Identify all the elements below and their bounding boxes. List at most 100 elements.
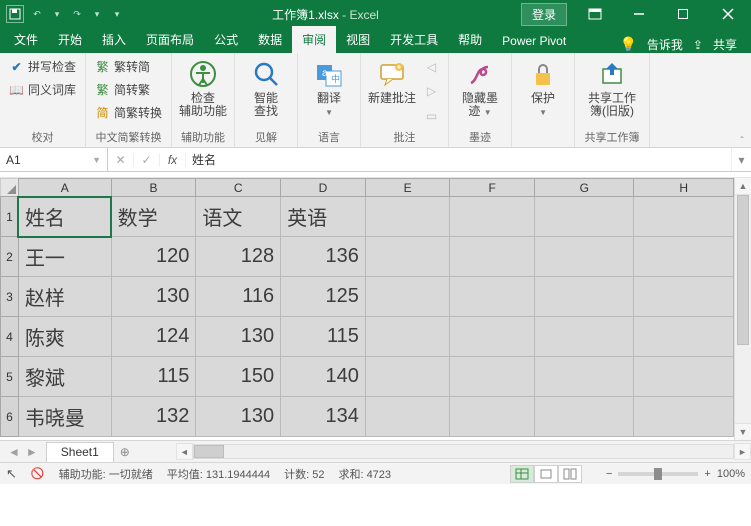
cell[interactable] — [535, 317, 634, 357]
cell[interactable]: 赵样 — [18, 277, 111, 317]
row-header[interactable]: 5 — [1, 357, 19, 397]
simp-trad-convert-button[interactable]: 简简繁转换 — [92, 102, 165, 123]
simp-to-trad-button[interactable]: 繁简转繁 — [92, 79, 165, 100]
cell[interactable]: 140 — [281, 357, 366, 397]
formula-input[interactable]: 姓名 — [186, 148, 731, 171]
undo-button[interactable]: ↶ — [30, 5, 44, 23]
tab-help[interactable]: 帮助 — [448, 26, 492, 53]
col-header[interactable]: E — [365, 179, 450, 197]
col-header[interactable]: H — [634, 179, 734, 197]
minimize-button[interactable] — [617, 0, 661, 28]
zoom-in-button[interactable]: + — [704, 468, 710, 480]
col-header[interactable]: A — [18, 179, 111, 197]
thesaurus-button[interactable]: 📖同义词库 — [6, 79, 79, 100]
tab-formulas[interactable]: 公式 — [204, 26, 248, 53]
redo-dropdown[interactable]: ▾ — [90, 5, 104, 23]
cell[interactable] — [535, 197, 634, 237]
new-comment-button[interactable]: 新建批注 — [367, 56, 417, 127]
cell[interactable]: 130 — [111, 277, 196, 317]
sheet-nav-next[interactable]: ► — [26, 445, 38, 459]
page-layout-view-button[interactable] — [534, 465, 558, 483]
trad-to-simp-button[interactable]: 繁繁转简 — [92, 56, 165, 77]
cell[interactable] — [450, 357, 535, 397]
cell[interactable] — [450, 237, 535, 277]
scroll-left-button[interactable]: ◄ — [176, 443, 193, 460]
cell[interactable]: 数学 — [111, 197, 196, 237]
cell[interactable]: 150 — [196, 357, 281, 397]
enter-formula-button[interactable]: ✓ — [134, 153, 160, 167]
cell[interactable]: 134 — [281, 397, 366, 437]
row-header[interactable]: 1 — [1, 197, 19, 237]
scroll-right-button[interactable]: ► — [734, 443, 751, 460]
sheet-nav-prev[interactable]: ◄ — [8, 445, 20, 459]
cell[interactable] — [634, 277, 734, 317]
col-header[interactable]: D — [281, 179, 366, 197]
cell[interactable] — [450, 397, 535, 437]
cancel-formula-button[interactable]: ✕ — [108, 153, 134, 167]
tab-developer[interactable]: 开发工具 — [380, 26, 448, 53]
ribbon-display-options[interactable] — [573, 0, 617, 28]
scroll-up-button[interactable]: ▲ — [735, 178, 751, 195]
share-icon[interactable]: ⇪ — [693, 38, 703, 52]
zoom-out-button[interactable]: − — [606, 468, 612, 480]
save-icon[interactable] — [6, 5, 24, 23]
collapse-ribbon-button[interactable]: ˆ — [733, 136, 751, 147]
cell[interactable]: 128 — [196, 237, 281, 277]
cell[interactable] — [365, 357, 450, 397]
col-header[interactable]: B — [111, 179, 196, 197]
cell[interactable] — [450, 277, 535, 317]
cell[interactable] — [365, 237, 450, 277]
tab-file[interactable]: 文件 — [4, 26, 48, 53]
cell[interactable] — [535, 397, 634, 437]
cell[interactable]: 115 — [111, 357, 196, 397]
name-box[interactable]: A1 ▼ — [0, 148, 108, 171]
cell[interactable]: 英语 — [281, 197, 366, 237]
scroll-down-button[interactable]: ▼ — [735, 423, 751, 440]
cell[interactable] — [365, 397, 450, 437]
cell[interactable]: 语文 — [196, 197, 281, 237]
hscroll-thumb[interactable] — [194, 445, 224, 458]
vertical-scrollbar[interactable]: ▲ ▼ — [734, 178, 751, 440]
login-button[interactable]: 登录 — [521, 3, 567, 26]
cell[interactable] — [365, 277, 450, 317]
new-sheet-button[interactable]: ⊕ — [114, 441, 136, 462]
hscroll-track[interactable] — [193, 444, 734, 459]
row-header[interactable]: 3 — [1, 277, 19, 317]
cell[interactable] — [634, 317, 734, 357]
protect-button[interactable]: 保护▼ — [518, 56, 568, 143]
col-header[interactable]: F — [450, 179, 535, 197]
cell[interactable]: 125 — [281, 277, 366, 317]
tab-powerpivot[interactable]: Power Pivot — [492, 29, 576, 53]
grid[interactable]: A B C D E F G H 1 姓名 数学 语文 英语 2 — [0, 178, 734, 440]
cell[interactable]: 130 — [196, 317, 281, 357]
select-all-button[interactable] — [1, 179, 19, 197]
cell[interactable]: 124 — [111, 317, 196, 357]
cell[interactable]: 132 — [111, 397, 196, 437]
cell[interactable]: 陈爽 — [18, 317, 111, 357]
hide-ink-button[interactable]: 隐藏墨迹 ▼ — [455, 56, 505, 127]
cell[interactable]: 韦晓曼 — [18, 397, 111, 437]
close-button[interactable] — [705, 0, 751, 28]
namebox-dropdown-icon[interactable]: ▼ — [92, 155, 101, 165]
show-comments-button[interactable]: ▭ — [421, 106, 442, 125]
zoom-knob[interactable] — [654, 468, 662, 480]
cell[interactable] — [634, 397, 734, 437]
cell[interactable]: 姓名 — [18, 197, 111, 237]
row-header[interactable]: 6 — [1, 397, 19, 437]
scroll-thumb[interactable] — [737, 195, 749, 345]
spellcheck-button[interactable]: ✔拼写检查 — [6, 56, 79, 77]
share-workbook-button[interactable]: 共享工作簿(旧版) — [581, 56, 643, 127]
next-comment-button[interactable]: ▷ — [421, 82, 442, 101]
smart-lookup-button[interactable]: 智能查找 — [241, 56, 291, 127]
qat-customize[interactable]: ▾ — [110, 5, 124, 23]
cell[interactable]: 130 — [196, 397, 281, 437]
col-header[interactable]: G — [535, 179, 634, 197]
tab-insert[interactable]: 插入 — [92, 26, 136, 53]
tab-data[interactable]: 数据 — [248, 26, 292, 53]
normal-view-button[interactable] — [510, 465, 534, 483]
cell[interactable]: 115 — [281, 317, 366, 357]
row-header[interactable]: 2 — [1, 237, 19, 277]
cell[interactable] — [365, 197, 450, 237]
expand-formula-bar-button[interactable]: ▾ — [731, 148, 751, 171]
insert-function-button[interactable]: fx — [160, 153, 186, 167]
